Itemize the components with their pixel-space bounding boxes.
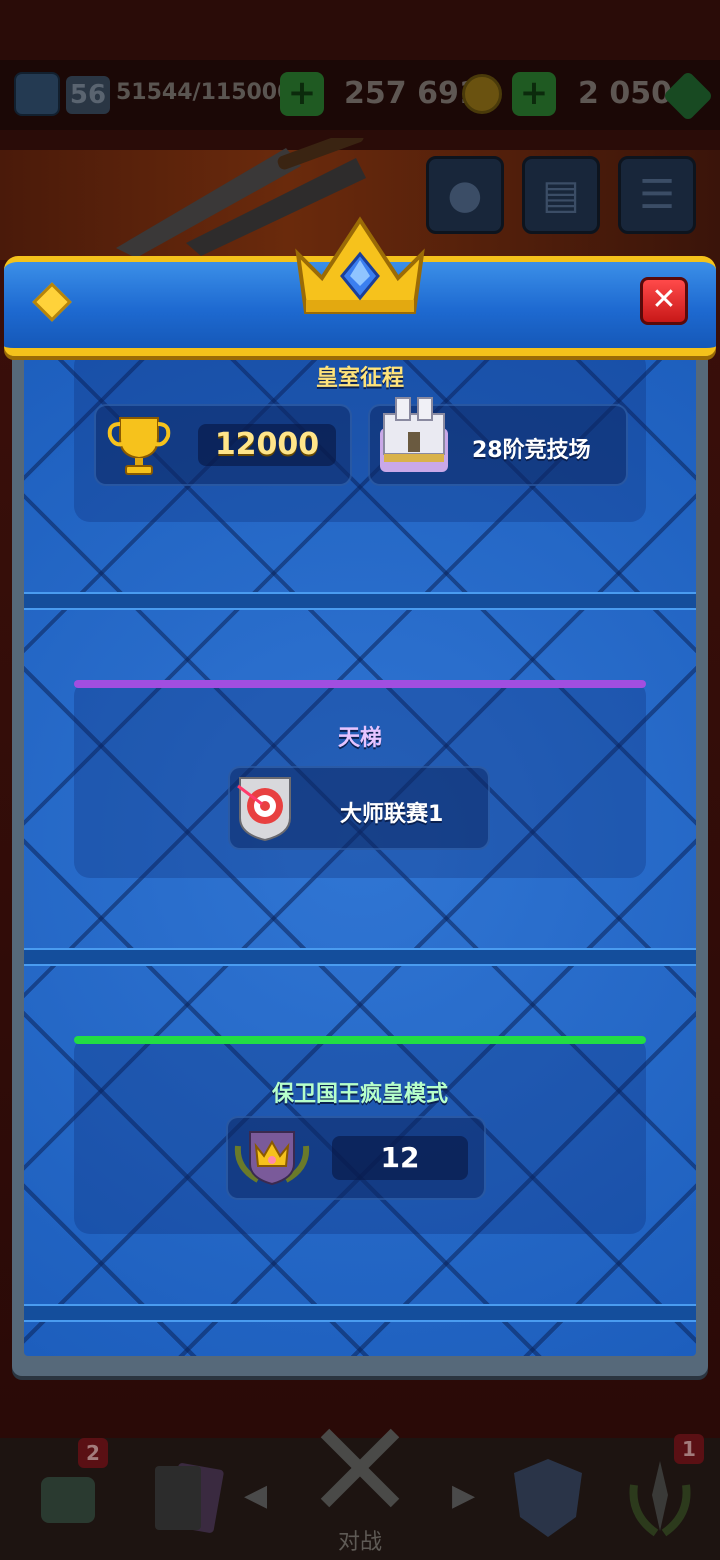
gold-coin-icon (462, 74, 502, 114)
section-divider (24, 592, 696, 610)
crown-icon (295, 216, 425, 314)
xp-progress-text: 51544/115000 (116, 80, 293, 105)
league-name: 大师联赛1 (340, 802, 444, 827)
news-button[interactable]: ▤ (522, 156, 600, 234)
menu-icon: ☰ (639, 172, 675, 218)
close-button[interactable]: ✕ (640, 277, 688, 325)
section-divider (24, 1304, 696, 1322)
section-title-royal-path: 皇室征程 (315, 366, 404, 391)
clan-shield-icon (514, 1459, 582, 1537)
trophy-count: 12000 (198, 424, 336, 466)
friends-icon: ● (447, 172, 483, 218)
trophy-icon (107, 417, 171, 475)
events-badge: 1 (674, 1434, 704, 1464)
nav-battle[interactable] (310, 1420, 410, 1516)
king-level: 56 (66, 76, 110, 114)
section-divider (24, 948, 696, 966)
news-icon: ▤ (542, 172, 580, 218)
nav-events[interactable] (610, 1450, 710, 1546)
add-xp-button[interactable]: + (280, 72, 324, 116)
royale-mode-value: 12 (332, 1136, 468, 1180)
master-league-badge-icon (237, 777, 291, 842)
nav-right-arrow-icon[interactable]: ▶ (452, 1478, 475, 1513)
gem-amount: 2 050 (578, 76, 672, 111)
battle-tab-label: 对战 (337, 1530, 382, 1555)
cards-icon (155, 1463, 224, 1533)
menu-button[interactable]: ☰ (618, 156, 696, 234)
section-title-ladder: 天梯 (337, 726, 382, 751)
crown-shield-badge-icon (234, 1131, 310, 1186)
nav-cards[interactable] (138, 1450, 238, 1546)
close-icon: ✕ (651, 282, 677, 317)
events-laurel-icon (629, 1461, 691, 1537)
nav-left-arrow-icon[interactable]: ◀ (244, 1478, 267, 1513)
friends-button[interactable]: ● (426, 156, 504, 234)
nav-clan[interactable] (498, 1450, 598, 1546)
add-gold-button[interactable]: + (512, 72, 556, 116)
shop-icon (41, 1477, 95, 1523)
shop-badge: 2 (78, 1438, 108, 1468)
battle-swords-icon (320, 1428, 400, 1508)
arena-name: 28阶竞技场 (472, 438, 591, 463)
ladder-accent-line (74, 680, 646, 688)
section-title-royale-mode: 保卫国王疯皇模式 (271, 1082, 448, 1107)
gold-amount: 257 691 (344, 76, 480, 111)
king-level-icon[interactable] (14, 72, 60, 116)
royale-mode-accent-line (74, 1036, 646, 1044)
arena-castle-icon (380, 397, 448, 472)
